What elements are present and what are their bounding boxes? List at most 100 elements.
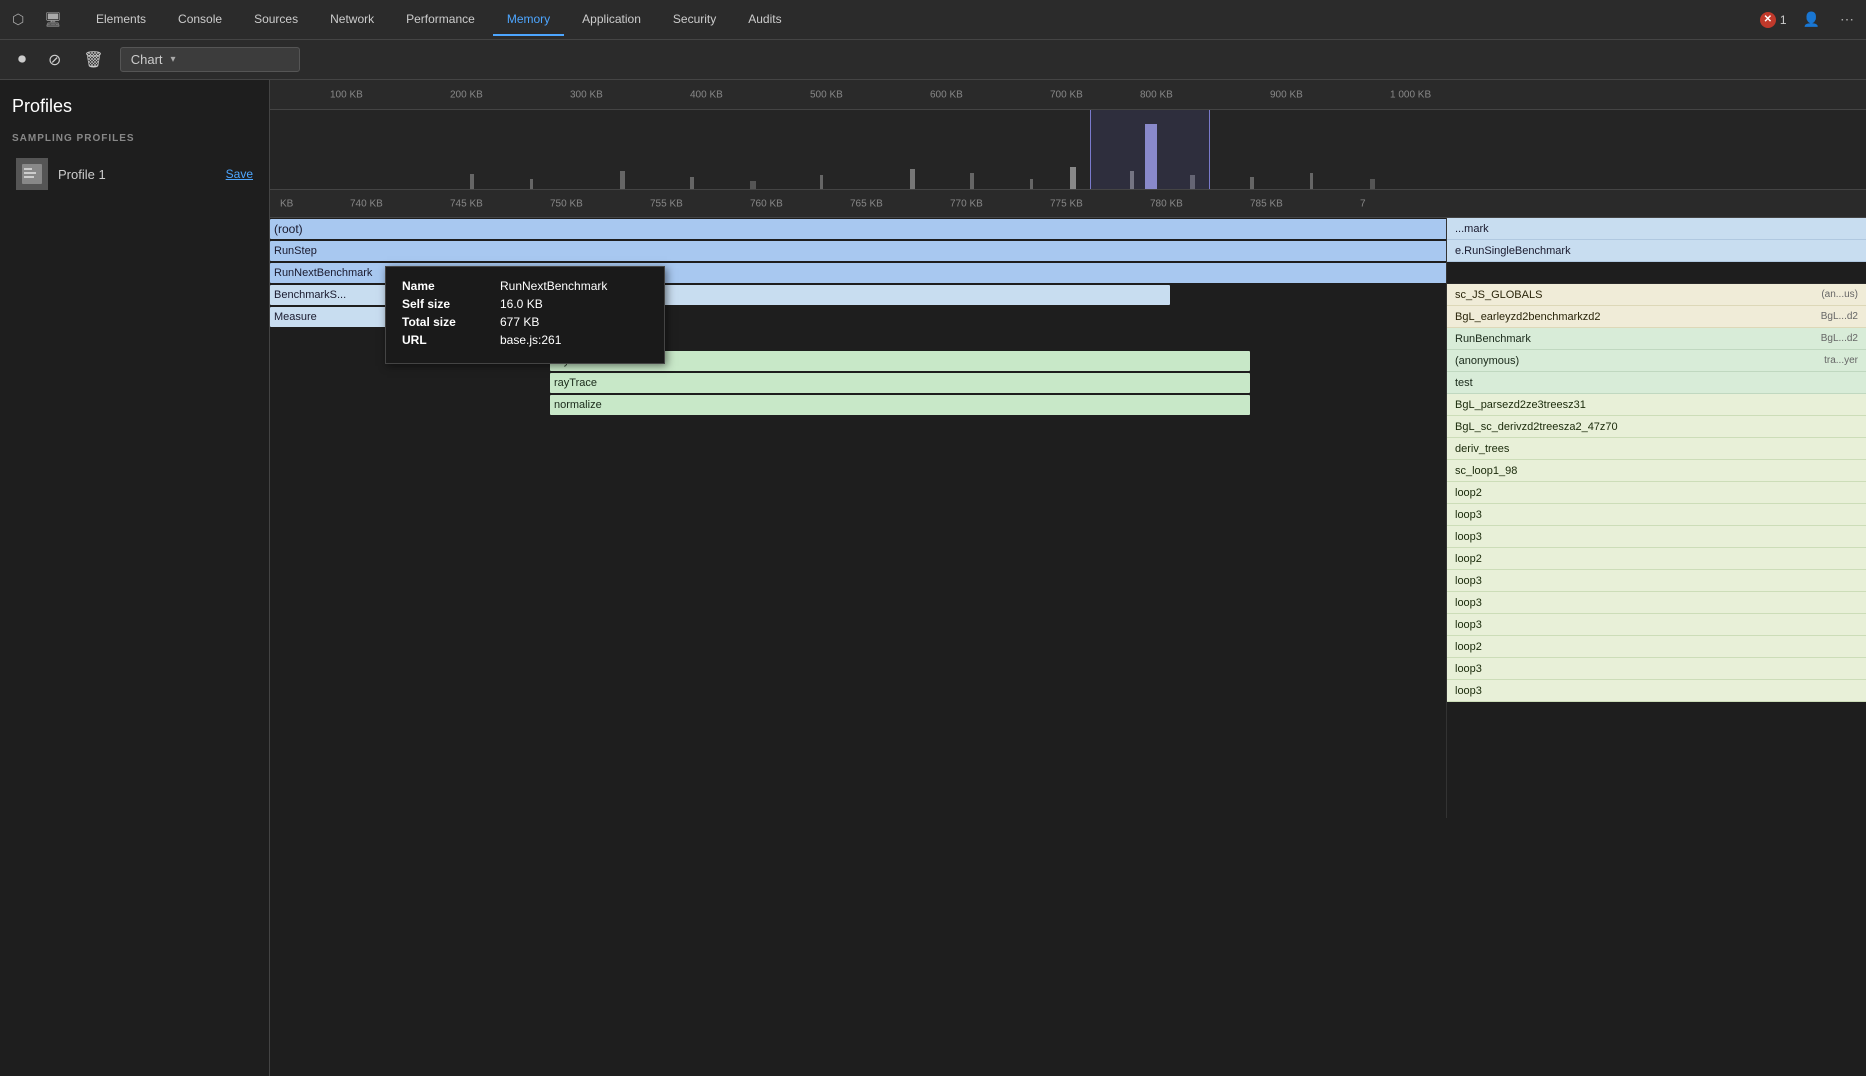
sidebar-title: Profiles bbox=[12, 96, 257, 117]
tooltip-totalsize-label: Total size bbox=[402, 315, 492, 329]
tooltip-url-label: URL bbox=[402, 333, 492, 347]
right-label-anonymous: (anonymous) bbox=[1455, 355, 1519, 367]
cursor-icon[interactable]: ⬡ bbox=[8, 7, 28, 32]
content-area: 100 KB 200 KB 300 KB 400 KB 500 KB 600 K… bbox=[270, 80, 1866, 1076]
right-label-deriv-trees: deriv_trees bbox=[1455, 443, 1509, 455]
tab-audits[interactable]: Audits bbox=[734, 4, 795, 36]
stop-button[interactable]: ⊘ bbox=[42, 46, 67, 74]
right-row-sc-loop1[interactable]: sc_loop1_98 bbox=[1447, 460, 1866, 482]
right-row-loop3-6[interactable]: loop3 bbox=[1447, 658, 1866, 680]
tooltip-selfsize-label: Self size bbox=[402, 297, 492, 311]
ztl-785: 785 KB bbox=[1250, 198, 1283, 209]
right-row-bgl-parse[interactable]: BgL_parsezd2ze3treesz31 bbox=[1447, 394, 1866, 416]
flame-block-normalize[interactable]: normalize bbox=[550, 395, 1250, 415]
right-row-loop2-3[interactable]: loop2 bbox=[1447, 636, 1866, 658]
tab-performance[interactable]: Performance bbox=[392, 4, 489, 36]
record-button[interactable]: ⏺ bbox=[12, 47, 32, 73]
ztl-760: 760 KB bbox=[750, 198, 783, 209]
right-row-runsinglebenchmark[interactable]: e.RunSingleBenchmark bbox=[1447, 240, 1866, 262]
right-label-bgl-earley: BgL_earleyzd2benchmarkzd2 bbox=[1455, 311, 1601, 323]
sidebar-section-title: SAMPLING PROFILES bbox=[12, 133, 257, 144]
tl-400kb: 400 KB bbox=[690, 89, 723, 100]
right-label-loop3-3: loop3 bbox=[1455, 575, 1482, 587]
user-icon[interactable]: 👤 bbox=[1799, 7, 1824, 32]
tl-200kb: 200 KB bbox=[450, 89, 483, 100]
sidebar: Profiles SAMPLING PROFILES Profile 1 Sav… bbox=[0, 80, 270, 1076]
right-label-loop3-1: loop3 bbox=[1455, 509, 1482, 521]
clear-button[interactable]: 🗑 bbox=[77, 46, 109, 74]
right-label-js-globals: sc_JS_GLOBALS bbox=[1455, 289, 1542, 301]
right-row-loop3-1[interactable]: loop3 bbox=[1447, 504, 1866, 526]
timeline-labels: 100 KB 200 KB 300 KB 400 KB 500 KB 600 K… bbox=[270, 80, 1866, 109]
tab-elements[interactable]: Elements bbox=[82, 4, 160, 36]
right-right-js-globals: (an...us) bbox=[1821, 289, 1858, 300]
tl-1000kb: 1 000 KB bbox=[1390, 89, 1431, 100]
flame-chart[interactable]: (root) RunStep RunNextBenchmark Benchmar… bbox=[270, 218, 1866, 1076]
tooltip: Name RunNextBenchmark Self size 16.0 KB … bbox=[385, 266, 665, 364]
ztl-775: 775 KB bbox=[1050, 198, 1083, 209]
tab-sources[interactable]: Sources bbox=[240, 4, 312, 36]
chart-dropdown[interactable]: Chart ▾ bbox=[120, 47, 300, 72]
tooltip-url-value: base.js:261 bbox=[500, 333, 561, 347]
tab-network[interactable]: Network bbox=[316, 4, 388, 36]
tab-memory[interactable]: Memory bbox=[493, 4, 564, 36]
tooltip-row-totalsize: Total size 677 KB bbox=[402, 315, 648, 329]
tooltip-row-selfsize: Self size 16.0 KB bbox=[402, 297, 648, 311]
tooltip-selfsize-value: 16.0 KB bbox=[500, 297, 543, 311]
ztl-end: 7 bbox=[1360, 198, 1366, 209]
right-label-loop2-1: loop2 bbox=[1455, 487, 1482, 499]
right-row-test[interactable]: test bbox=[1447, 372, 1866, 394]
right-label-loop3-4: loop3 bbox=[1455, 597, 1482, 609]
tooltip-name-value: RunNextBenchmark bbox=[500, 279, 607, 293]
right-row-loop3-7[interactable]: loop3 bbox=[1447, 680, 1866, 702]
toolbar: ⏺ ⊘ 🗑 Chart ▾ bbox=[0, 40, 1866, 80]
tl-500kb: 500 KB bbox=[810, 89, 843, 100]
right-label-test: test bbox=[1455, 377, 1473, 389]
right-row-loop2-1[interactable]: loop2 bbox=[1447, 482, 1866, 504]
right-row-loop3-4[interactable]: loop3 bbox=[1447, 592, 1866, 614]
right-row-bgl-earley[interactable]: BgL_earleyzd2benchmarkzd2 BgL...d2 bbox=[1447, 306, 1866, 328]
timeline-bar: 100 KB 200 KB 300 KB 400 KB 500 KB 600 K… bbox=[270, 80, 1866, 110]
tooltip-row-name: Name RunNextBenchmark bbox=[402, 279, 648, 293]
tab-application[interactable]: Application bbox=[568, 4, 655, 36]
minimap-selector[interactable] bbox=[1090, 110, 1210, 189]
right-row-runbenchmark[interactable]: RunBenchmark BgL...d2 bbox=[1447, 328, 1866, 350]
device-icon[interactable]: 🖥 bbox=[40, 7, 66, 32]
right-label-bgl-deriv: BgL_sc_derivzd2treesza2_47z70 bbox=[1455, 421, 1618, 433]
top-nav: ⬡ 🖥 Elements Console Sources Network Per… bbox=[0, 0, 1866, 40]
right-right-runbenchmark: BgL...d2 bbox=[1821, 333, 1858, 344]
ztl-740: 740 KB bbox=[350, 198, 383, 209]
ztl-750: 750 KB bbox=[550, 198, 583, 209]
right-row-loop3-5[interactable]: loop3 bbox=[1447, 614, 1866, 636]
chart-dropdown-label: Chart bbox=[131, 52, 163, 67]
right-row-mark[interactable]: ...mark bbox=[1447, 218, 1866, 240]
right-row-deriv-trees[interactable]: deriv_trees bbox=[1447, 438, 1866, 460]
right-row-loop3-3[interactable]: loop3 bbox=[1447, 570, 1866, 592]
flame-block-raytrace2[interactable]: rayTrace bbox=[550, 373, 1250, 393]
tl-600kb: 600 KB bbox=[930, 89, 963, 100]
error-badge: ✕ bbox=[1760, 12, 1776, 28]
ztl-745: 745 KB bbox=[450, 198, 483, 209]
profile-item[interactable]: Profile 1 Save bbox=[12, 152, 257, 196]
more-icon[interactable]: ⋯ bbox=[1836, 7, 1858, 32]
error-count: 1 bbox=[1780, 13, 1787, 27]
right-right-anonymous: tra...yer bbox=[1824, 355, 1858, 366]
right-label-mark: ...mark bbox=[1455, 223, 1489, 235]
right-row-loop2-2[interactable]: loop2 bbox=[1447, 548, 1866, 570]
minimap[interactable] bbox=[270, 110, 1866, 190]
nav-tool-icons: ⬡ 🖥 bbox=[8, 7, 66, 32]
right-label-runsinglebenchmark: e.RunSingleBenchmark bbox=[1455, 245, 1571, 257]
right-row-anonymous[interactable]: (anonymous) tra...yer bbox=[1447, 350, 1866, 372]
right-label-loop3-2: loop3 bbox=[1455, 531, 1482, 543]
tab-console[interactable]: Console bbox=[164, 4, 236, 36]
right-row-js-globals[interactable]: sc_JS_GLOBALS (an...us) bbox=[1447, 284, 1866, 306]
ztl-755: 755 KB bbox=[650, 198, 683, 209]
tab-security[interactable]: Security bbox=[659, 4, 730, 36]
right-row-loop3-2[interactable]: loop3 bbox=[1447, 526, 1866, 548]
right-label-loop3-5: loop3 bbox=[1455, 619, 1482, 631]
right-label-loop3-7: loop3 bbox=[1455, 685, 1482, 697]
right-row-bgl-deriv[interactable]: BgL_sc_derivzd2treesza2_47z70 bbox=[1447, 416, 1866, 438]
chevron-down-icon: ▾ bbox=[171, 54, 176, 65]
profile-save-link[interactable]: Save bbox=[226, 167, 253, 181]
tooltip-name-label: Name bbox=[402, 279, 492, 293]
